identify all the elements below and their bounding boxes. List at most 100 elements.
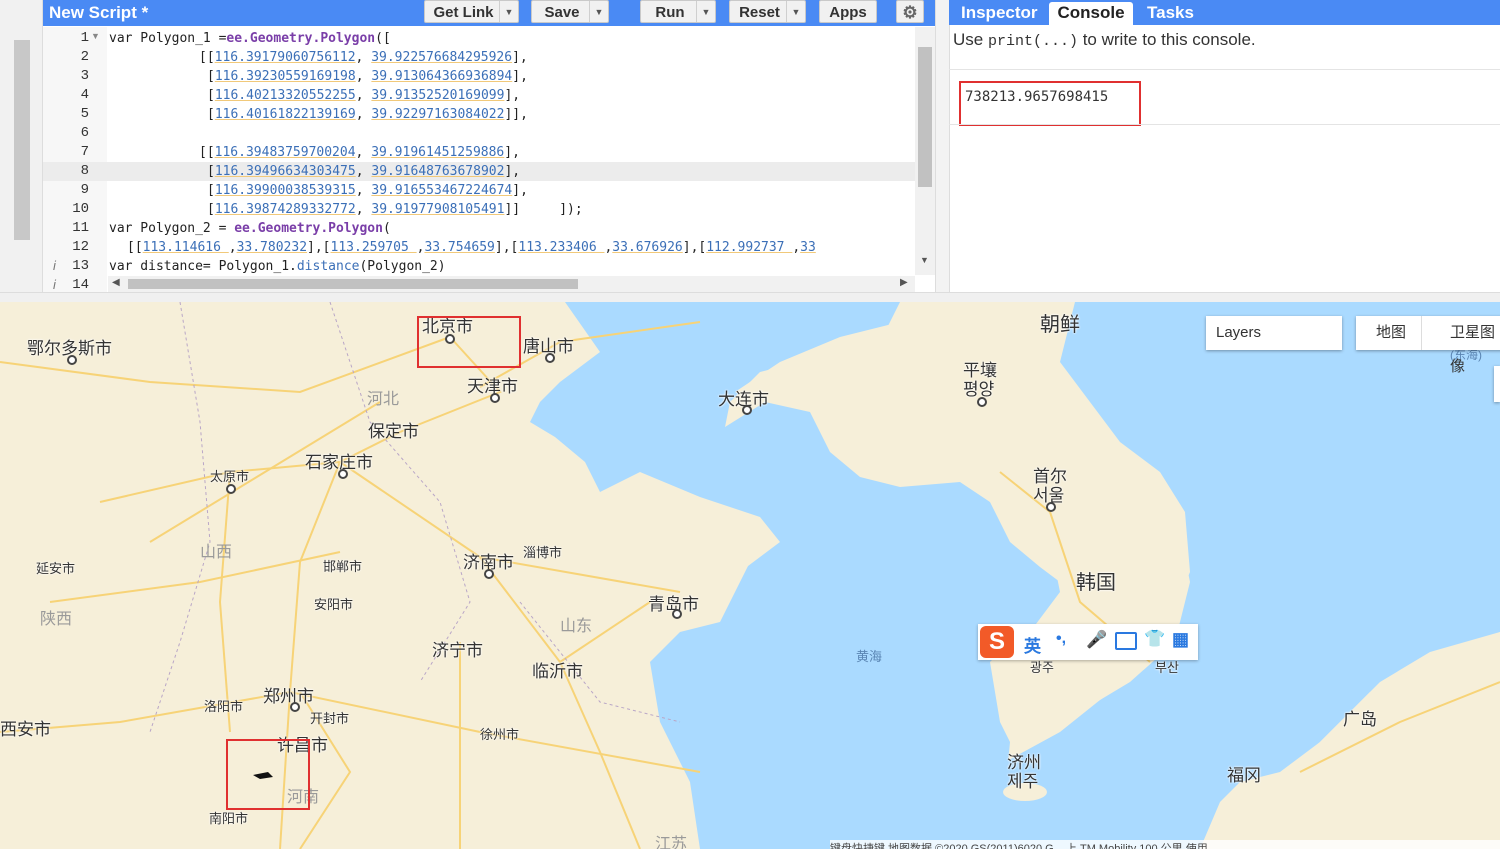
city-marker <box>672 609 682 619</box>
line-number: 9 <box>80 182 89 198</box>
city-marker <box>545 353 555 363</box>
city-marker <box>226 484 236 494</box>
city-label: 邯郸市 <box>323 559 363 574</box>
panel-resize-handle[interactable] <box>935 0 950 292</box>
city-label: 南阳市 <box>209 811 249 826</box>
chevron-down-icon[interactable]: ▼ <box>499 1 518 22</box>
province-label: 山东 <box>560 618 593 635</box>
divider <box>949 124 1500 125</box>
left-scrollbar[interactable] <box>14 40 30 240</box>
city-marker <box>484 569 494 579</box>
get-link-button[interactable]: Get Link ▼ <box>424 0 519 23</box>
city-marker <box>338 469 348 479</box>
fold-icon[interactable]: ▼ <box>91 31 100 41</box>
code-line: [116.39496634303475, 39.91648763678902], <box>207 164 521 179</box>
map-type-map[interactable]: 地图 <box>1376 316 1406 350</box>
city-label: 广岛 <box>1343 710 1377 729</box>
city-label: 제주 <box>1007 772 1039 791</box>
line-number: 1 <box>80 30 89 46</box>
left-panel-strip <box>0 0 43 292</box>
info-icon: i <box>53 258 56 273</box>
city-label: 徐州市 <box>480 727 520 742</box>
city-marker <box>742 405 752 415</box>
microphone-icon[interactable]: 🎤 <box>1086 630 1107 650</box>
city-label: 临沂市 <box>532 662 583 681</box>
city-label: 保定市 <box>368 422 419 441</box>
line-number: 6 <box>80 125 89 141</box>
code-line: [116.39874289332772, 39.91977908105491]]… <box>207 202 583 217</box>
chevron-down-icon[interactable]: ▼ <box>786 1 805 22</box>
line-number: 2 <box>80 49 89 65</box>
layers-button[interactable]: Layers <box>1206 316 1342 350</box>
tab-console[interactable]: Console <box>1049 2 1133 25</box>
punctuation-icon[interactable]: •, <box>1056 630 1066 648</box>
editor-vertical-scrollbar[interactable]: ▼ <box>915 27 935 275</box>
city-label: 延安市 <box>36 561 76 576</box>
code-line: [116.40161822139169, 39.92297163084022]]… <box>207 107 528 122</box>
sogou-logo-icon[interactable]: S <box>980 626 1014 658</box>
map-attribution: 键盘快捷键 地图数据 ©2020 GS(2011)6020 G... 上 TM … <box>830 840 1500 849</box>
code-line: [116.39230559169198, 39.913064366936894]… <box>207 69 528 84</box>
tab-tasks[interactable]: Tasks <box>1139 2 1207 25</box>
city-marker <box>67 355 77 365</box>
line-number: 12 <box>72 239 89 255</box>
chevron-down-icon[interactable]: ▼ <box>589 1 608 22</box>
ime-language[interactable]: 英 <box>1024 632 1041 657</box>
code-line: [[113.114616 ,33.780232],[113.259705 ,33… <box>127 240 816 255</box>
code-line: var distance= Polygon_1.distance(Polygon… <box>109 259 446 274</box>
code-line: [116.39900038539315, 39.916553467224674]… <box>207 183 528 198</box>
code-editor[interactable]: 1 ▼ 2 3 4 5 6 7 8 9 10 11 12 13 i 14 i v… <box>43 27 935 292</box>
city-marker <box>1046 502 1056 512</box>
keyboard-icon[interactable] <box>1115 632 1137 650</box>
chevron-down-icon[interactable]: ▼ <box>696 1 715 22</box>
city-label: 济宁市 <box>432 641 483 660</box>
save-button[interactable]: Save ▼ <box>531 0 609 23</box>
map-type-satellite[interactable]: 卫星图像 <box>1450 316 1500 384</box>
city-label: 安阳市 <box>314 597 354 612</box>
tab-inspector[interactable]: Inspector <box>955 2 1055 25</box>
line-number: 13 <box>72 258 89 274</box>
line-number: 14 <box>72 277 89 292</box>
code-line: var Polygon_2 = ee.Geometry.Polygon( <box>109 221 391 236</box>
gear-icon: ⚙ <box>902 3 918 22</box>
toolbox-icon[interactable]: ▦ <box>1172 629 1189 650</box>
country-label: 韩国 <box>1076 572 1116 594</box>
city-label: 西安市 <box>0 720 51 739</box>
line-number: 5 <box>80 106 89 122</box>
ime-toolbar: S 英 •, 🎤 👕 ▦ <box>978 624 1198 660</box>
run-button[interactable]: Run ▼ <box>640 0 716 23</box>
code-line: [[116.39483759700204, 39.91961451259886]… <box>199 145 520 160</box>
city-label: 洛阳市 <box>204 699 244 714</box>
code-line: [116.40213320552255, 39.91352520169099], <box>207 88 521 103</box>
province-label: 河北 <box>367 391 400 408</box>
province-label: 江苏 <box>655 836 688 849</box>
console-hint: Use print(...) to write to this console. <box>953 30 1256 50</box>
apps-button[interactable]: Apps <box>819 0 877 23</box>
editor-horizontal-scrollbar[interactable]: ◀ ▶ <box>108 276 915 292</box>
city-marker <box>977 397 987 407</box>
code-line: var Polygon_1 =ee.Geometry.Polygon([ <box>109 31 391 46</box>
script-title[interactable]: New Script * <box>49 3 148 23</box>
skin-icon[interactable]: 👕 <box>1144 629 1165 649</box>
editor-toolbar: New Script * Get Link ▼ Save ▼ Run ▼ Res… <box>43 0 935 26</box>
city-label: 太原市 <box>210 469 250 484</box>
line-number: 11 <box>72 220 89 236</box>
map-type-control: 地图 卫星图像 <box>1356 316 1500 375</box>
line-number: 10 <box>72 201 89 217</box>
province-label: 山西 <box>200 544 233 561</box>
line-number: 3 <box>80 68 89 84</box>
settings-button[interactable]: ⚙ <box>896 0 924 23</box>
line-number: 8 <box>80 163 89 179</box>
map-view[interactable]: 北京市 唐山市 天津市 保定市 石家庄市 鄂尔多斯市 太原市 延安市 邯郸市 安… <box>0 302 1500 849</box>
city-marker <box>290 702 300 712</box>
city-label: 평양 <box>963 380 995 399</box>
city-label: 淄博市 <box>523 545 563 560</box>
sea-label: 黄海 <box>856 649 883 664</box>
reset-button[interactable]: Reset ▼ <box>729 0 806 23</box>
info-icon: i <box>53 277 56 292</box>
city-label: 开封市 <box>310 711 350 726</box>
city-label: 郑州市 <box>263 687 314 706</box>
city-marker <box>490 393 500 403</box>
highlight-box <box>417 316 521 368</box>
fullscreen-control[interactable] <box>1494 366 1500 402</box>
